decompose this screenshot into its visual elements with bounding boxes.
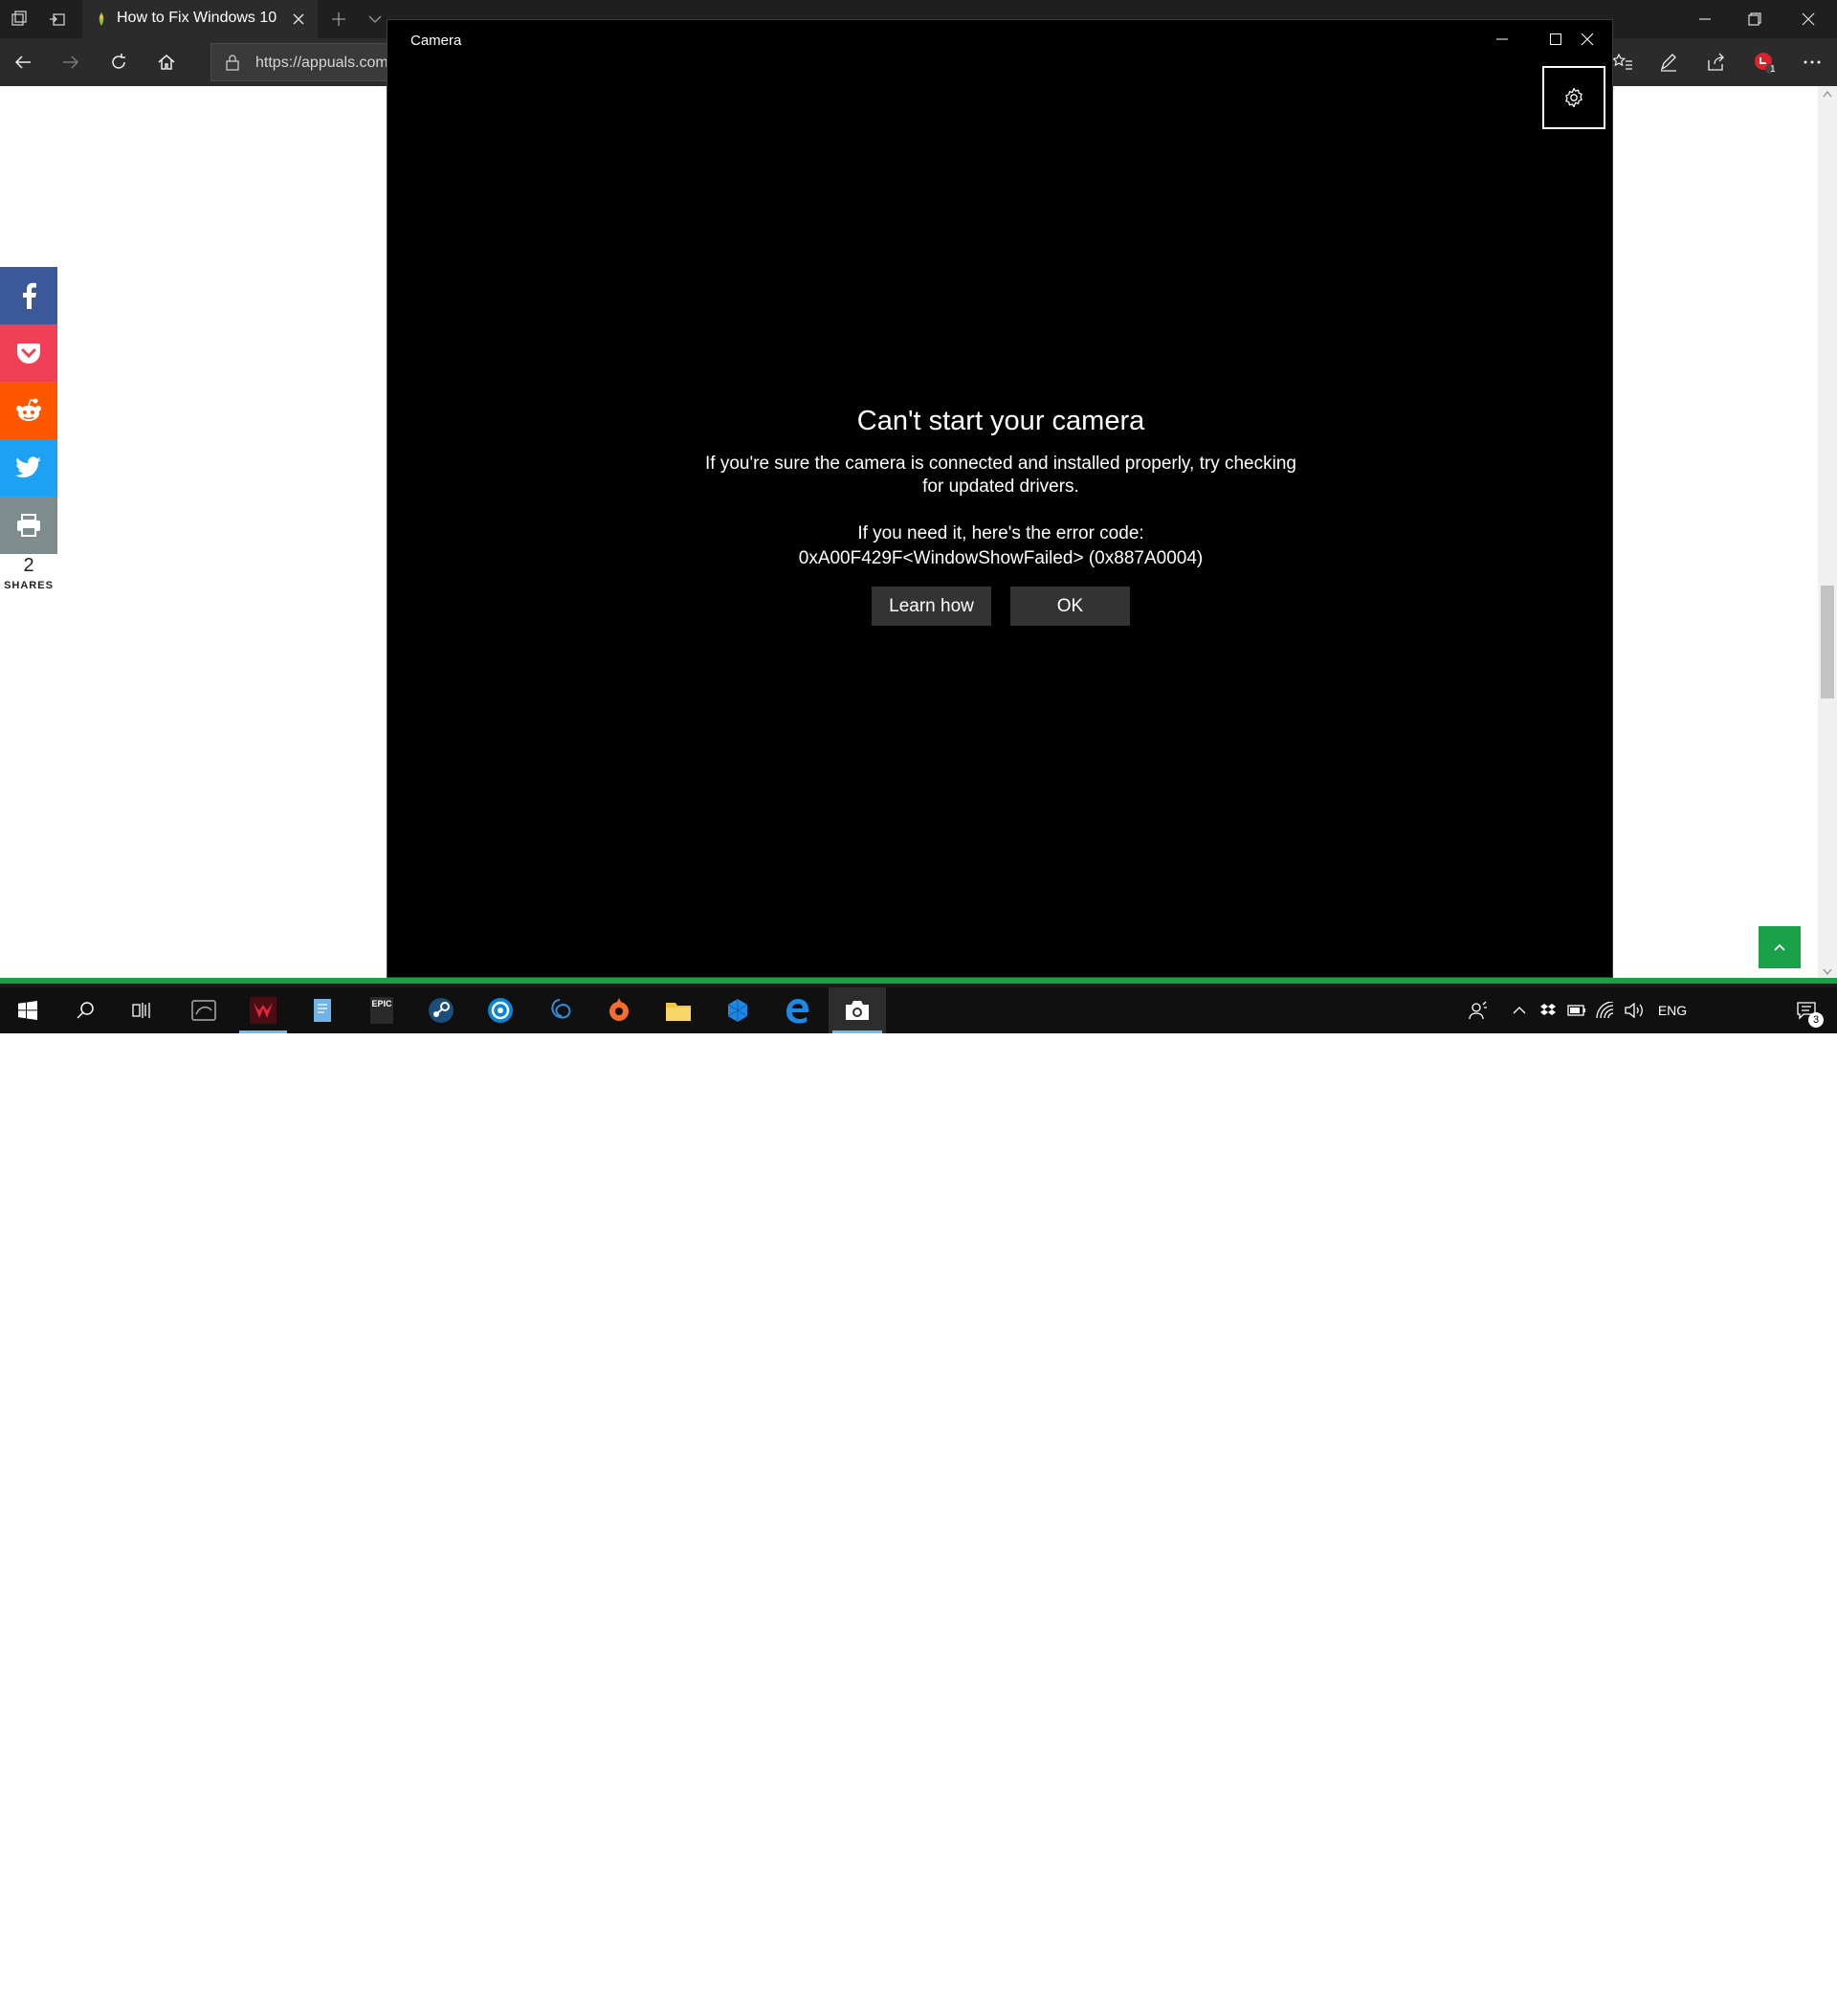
new-tab-icon[interactable] [320,0,358,38]
share-pocket-button[interactable] [0,324,57,382]
nvidia-icon[interactable] [176,987,232,1033]
back-to-top-button[interactable] [1759,926,1801,968]
language-indicator[interactable]: ENG [1653,987,1692,1033]
twitter-icon [15,456,41,478]
share-count: 2 [23,555,34,576]
browser-close-icon[interactable] [1789,0,1827,38]
scroll-down-arrow-icon[interactable] [1823,968,1832,976]
scroll-up-arrow-icon[interactable] [1823,90,1832,98]
edge-icon[interactable] [769,987,825,1033]
clock-time[interactable]: 9:16 PM [1693,1979,1772,1995]
notepad-icon[interactable] [295,987,350,1033]
pocket-icon [17,343,40,364]
error-code-block: If you need it, here's the error code: 0… [387,521,1614,571]
battlenet-icon[interactable] [532,987,587,1033]
task-view-icon[interactable] [115,987,170,1033]
share-reddit-button[interactable] [0,382,57,439]
windows-taskbar: EPIC ENG 9:16 PM 11/25/2018 3 [0,987,1837,2016]
set-aside-tabs-icon[interactable] [38,0,77,38]
show-hidden-icons-chevron-icon[interactable] [1508,987,1531,1033]
home-icon[interactable] [147,43,186,81]
app-icon[interactable] [710,987,765,1033]
share-facebook-button[interactable] [0,267,57,324]
page-scrollbar-thumb[interactable] [1821,586,1834,698]
reddit-icon [16,398,41,421]
dropbox-icon[interactable] [1535,987,1561,1033]
action-center-icon[interactable]: 3 [1785,987,1827,1033]
error-code: 0xA00F429F<WindowShowFailed> (0x887A0004… [798,548,1204,568]
camera-window-title: Camera [410,33,462,49]
camera-settings-button[interactable] [1542,66,1605,129]
epic-games-label: EPIC [370,997,393,1024]
people-icon[interactable] [1464,987,1493,1033]
battery-icon[interactable] [1563,987,1590,1033]
browser-restore-icon[interactable] [1736,0,1774,38]
search-icon[interactable] [57,987,113,1033]
share-twitter-button[interactable] [0,439,57,497]
adblock-extension-icon[interactable]: 1 [1745,43,1783,81]
close-tab-icon[interactable] [289,10,308,29]
error-code-label: If you need it, here's the error code: [857,523,1144,543]
url-text: https://appuals.com [255,55,388,71]
web-note-pen-icon[interactable] [1649,43,1688,81]
camera-minimize-button[interactable] [1475,20,1529,58]
steam-icon[interactable] [413,987,469,1033]
ok-button[interactable]: OK [1010,587,1130,626]
learn-how-button[interactable]: Learn how [872,587,991,626]
error-title: Can't start your camera [856,406,1145,436]
forward-arrow-icon[interactable] [52,43,90,81]
share-print-button[interactable] [0,497,57,554]
tab-how-to-fix-windows[interactable]: How to Fix Windows 10 [82,0,318,38]
clock-date[interactable]: 11/25/2018 [1693,2000,1772,2016]
notification-count-badge: 3 [1808,1012,1824,1028]
lock-icon [225,54,240,71]
facebook-icon [23,282,36,309]
chevron-up-icon [1774,943,1785,951]
gear-icon [1565,87,1582,108]
error-message-line-1: If you're sure the camera is connected a… [705,454,1296,474]
camera-app-window: Camera Can't start your camera If you're… [387,19,1613,978]
camera-close-button[interactable] [1560,20,1614,58]
camera-icon[interactable] [829,987,886,1033]
windows-start-icon[interactable] [0,987,55,1033]
error-message: If you're sure the camera is connected a… [387,453,1614,498]
extension-badge: 1 [1770,64,1776,75]
back-arrow-icon[interactable] [4,43,42,81]
share-icon[interactable] [1697,43,1736,81]
epic-games-icon[interactable]: EPIC [354,987,409,1033]
origin-icon[interactable] [591,987,647,1033]
uplay-icon[interactable] [473,987,528,1033]
error-message-line-2: for updated drivers. [922,476,1079,497]
site-favicon-icon [94,11,109,27]
refresh-icon[interactable] [100,43,138,81]
page-scrollbar[interactable] [1818,86,1837,984]
volume-icon[interactable] [1621,987,1648,1033]
share-label: SHARES [4,580,54,591]
browser-minimize-icon[interactable] [1686,0,1724,38]
wifi-icon[interactable] [1592,987,1619,1033]
tab-title: How to Fix Windows 10 [117,10,277,26]
more-options-icon[interactable] [1793,43,1831,81]
print-icon [17,514,40,537]
minimize-icon [1496,38,1508,40]
tabs-aside-icon[interactable] [0,0,38,38]
predator-icon[interactable] [235,987,291,1033]
file-explorer-icon[interactable] [651,987,706,1033]
close-icon [1581,33,1594,46]
